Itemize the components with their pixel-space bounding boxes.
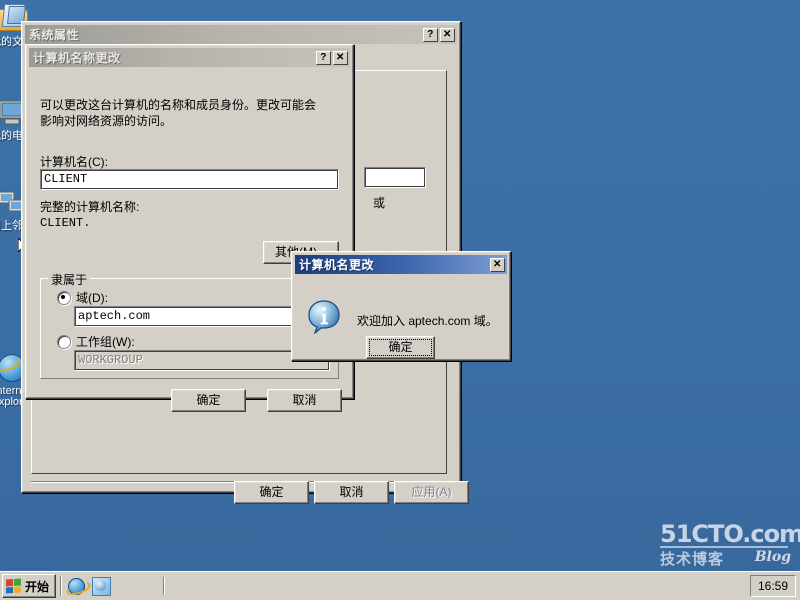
close-button[interactable]: ✕: [490, 257, 505, 272]
start-button[interactable]: 开始: [2, 574, 57, 598]
close-button[interactable]: ✕: [440, 27, 455, 42]
computer-name-input[interactable]: CLIENT: [40, 169, 339, 190]
radio-dot-icon: [57, 290, 71, 305]
workgroup-radio[interactable]: 工作组(W):: [57, 333, 135, 350]
taskbar[interactable]: 开始 16:59: [0, 571, 800, 600]
computer-name-changes-ok-button[interactable]: 确定: [171, 389, 246, 412]
radio-dot-icon: [57, 334, 71, 349]
system-properties-title: 系统属性: [29, 28, 80, 42]
watermark: 51CTO.com 技术博客 Blog: [660, 520, 800, 570]
system-properties-apply-button: 应用(A): [394, 481, 469, 504]
member-of-label: 隶属于: [48, 271, 91, 288]
help-button[interactable]: ?: [316, 50, 331, 65]
computer-name-changes-titlebar[interactable]: 计算机名称更改 ? ✕: [29, 48, 350, 67]
system-properties-ok-button[interactable]: 确定: [234, 481, 309, 504]
start-button-label: 开始: [25, 579, 50, 594]
watermark-main-text: 51CTO.com: [660, 520, 800, 548]
computer-name-changes-title: 计算机名称更改: [33, 51, 121, 65]
full-computer-name-label: 完整的计算机名称:: [40, 200, 140, 214]
close-button[interactable]: ✕: [333, 50, 348, 65]
internet-explorer-icon[interactable]: [68, 577, 86, 595]
message-box-text: 欢迎加入 aptech.com 域。: [357, 314, 498, 328]
system-properties-cancel-button[interactable]: 取消: [314, 481, 389, 504]
system-tray[interactable]: 16:59: [749, 575, 796, 597]
watermark-divider: [660, 546, 788, 548]
dialog-description: 可以更改这台计算机的名称和成员身份。更改可能会影响对网络资源的访问。: [40, 98, 317, 128]
message-box[interactable]: 计算机名更改 ✕ 欢迎加入 aptech.com 域。 确定: [291, 251, 511, 361]
domain-radio[interactable]: 域(D):: [57, 289, 108, 306]
desktop[interactable]: 我的文档 我的电脑 网上邻居 Internet Explorer: [0, 0, 800, 600]
computer-name-label: 计算机名(C):: [40, 155, 108, 169]
workgroup-radio-label: 工作组(W):: [76, 335, 135, 349]
background-text-field[interactable]: [364, 167, 426, 188]
help-button[interactable]: ?: [423, 27, 438, 42]
information-icon: [308, 300, 340, 335]
domain-radio-label: 域(D):: [76, 291, 108, 305]
taskbar-divider-2: [163, 577, 166, 595]
full-computer-name-value: CLIENT.: [40, 216, 91, 230]
computer-name-changes-cancel-button[interactable]: 取消: [267, 389, 342, 412]
message-box-ok-button[interactable]: 确定: [366, 336, 435, 359]
watermark-sub-text: 技术博客: [660, 551, 725, 568]
system-properties-titlebar[interactable]: 系统属性 ? ✕: [25, 25, 457, 44]
clock[interactable]: 16:59: [758, 579, 788, 593]
message-box-title: 计算机名更改: [299, 258, 375, 272]
watermark-blog-text: Blog: [754, 549, 791, 565]
taskbar-divider: [60, 576, 63, 596]
quick-launch-bar[interactable]: [66, 576, 112, 596]
background-label: 或: [373, 196, 386, 210]
show-desktop-icon[interactable]: [92, 576, 112, 596]
message-box-titlebar[interactable]: 计算机名更改 ✕: [295, 255, 507, 274]
windows-flag-icon: [6, 578, 21, 594]
